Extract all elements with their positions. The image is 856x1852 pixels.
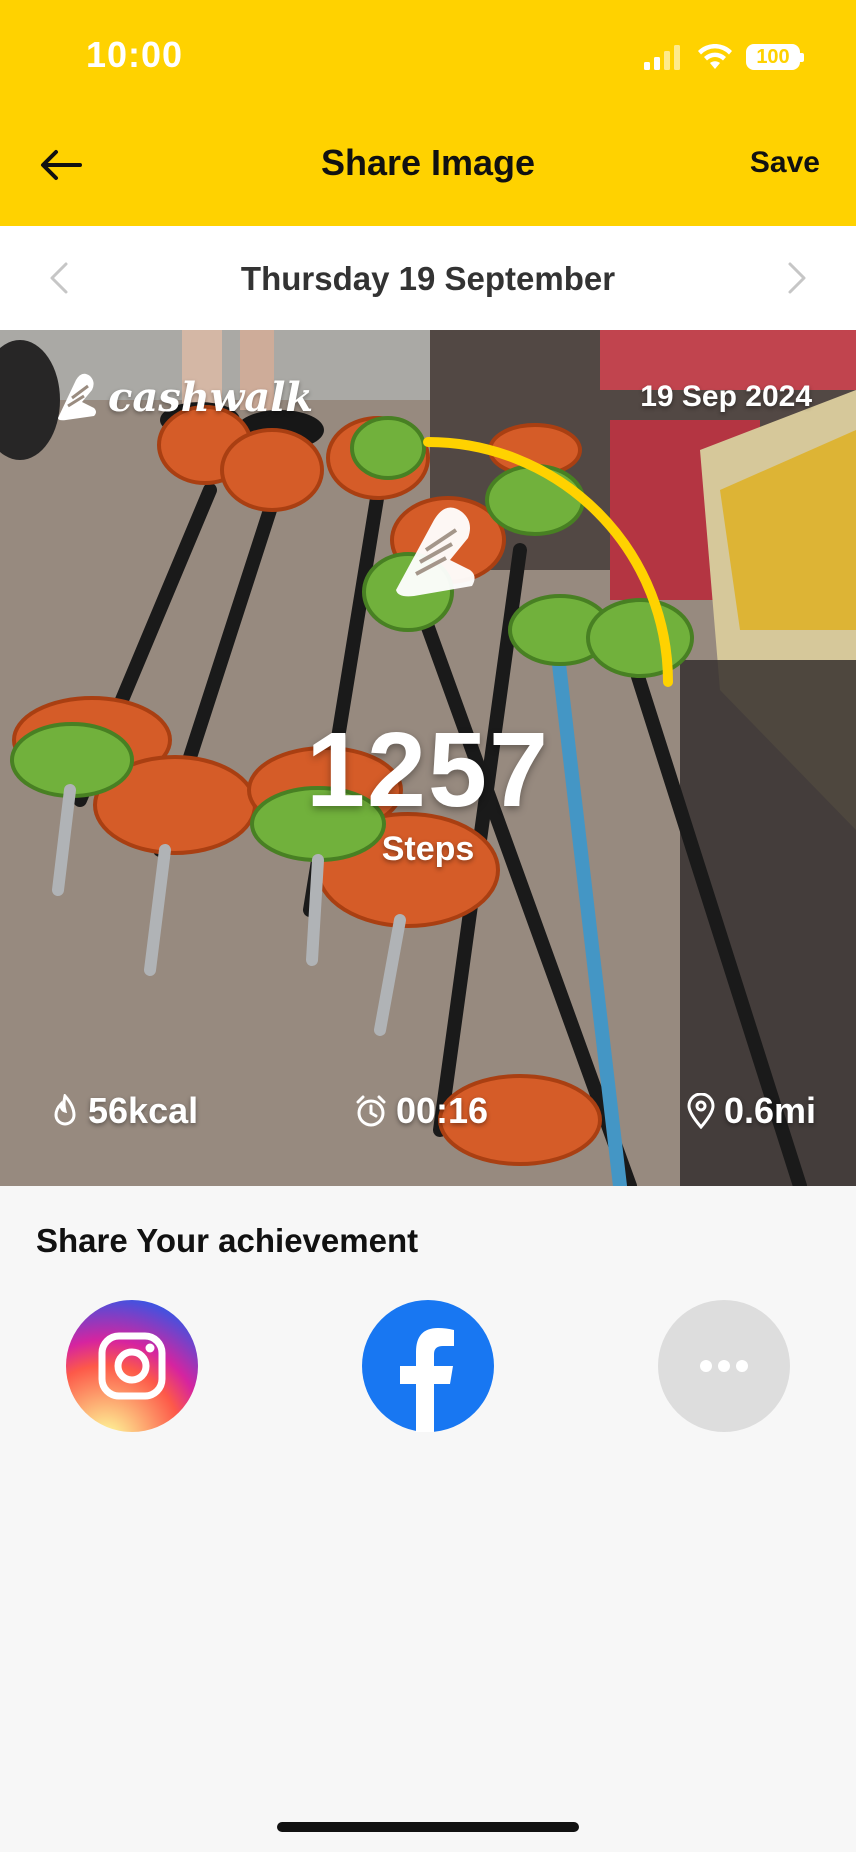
steps-count: 1257: [306, 711, 550, 829]
flame-icon: [54, 1094, 76, 1126]
share-more-button[interactable]: [658, 1300, 790, 1432]
save-button[interactable]: Save: [750, 146, 820, 180]
status-icons: 100: [644, 40, 804, 74]
page-title: Share Image: [320, 142, 536, 183]
top-bar: 10:00 100 Share Image Save: [0, 0, 856, 226]
share-facebook-button[interactable]: [362, 1300, 494, 1432]
share-instagram-button[interactable]: [66, 1300, 198, 1432]
calories-value: 56kcal: [88, 1090, 199, 1131]
duration-stat: 00:16: [354, 1090, 488, 1132]
home-indicator[interactable]: [277, 1822, 579, 1832]
card-date: 19 Sep 2024: [640, 380, 812, 413]
alarm-clock-icon: [356, 1095, 386, 1127]
signal-icon: [644, 45, 680, 70]
date-selector: Thursday 19 September: [0, 226, 856, 330]
steps-label: Steps: [381, 830, 475, 868]
status-time: 10:00: [86, 34, 184, 75]
instagram-icon: [98, 1332, 166, 1400]
location-pin-icon: [687, 1093, 715, 1129]
duration-value: 00:16: [396, 1090, 489, 1131]
distance-stat: 0.6mi: [686, 1090, 816, 1132]
calories-stat: 56kcal: [50, 1090, 198, 1132]
shoe-logo-icon: [58, 373, 96, 421]
battery-icon: 100: [746, 44, 804, 70]
brand-name: cashwalk: [108, 373, 314, 421]
share-section-title: Share Your achievement: [36, 1222, 419, 1259]
battery-level: 100: [756, 46, 790, 68]
wifi-icon: [698, 44, 732, 69]
brand-logo: cashwalk: [54, 372, 313, 422]
date-label: Thursday 19 September: [240, 260, 616, 297]
more-icon: [700, 1360, 748, 1372]
chevron-right-icon[interactable]: [776, 258, 816, 298]
facebook-icon: [400, 1328, 454, 1432]
share-image-card: cashwalk 19 Sep 2024 1257 Steps 56kcal 0…: [0, 330, 856, 1186]
distance-value: 0.6mi: [723, 1090, 816, 1131]
